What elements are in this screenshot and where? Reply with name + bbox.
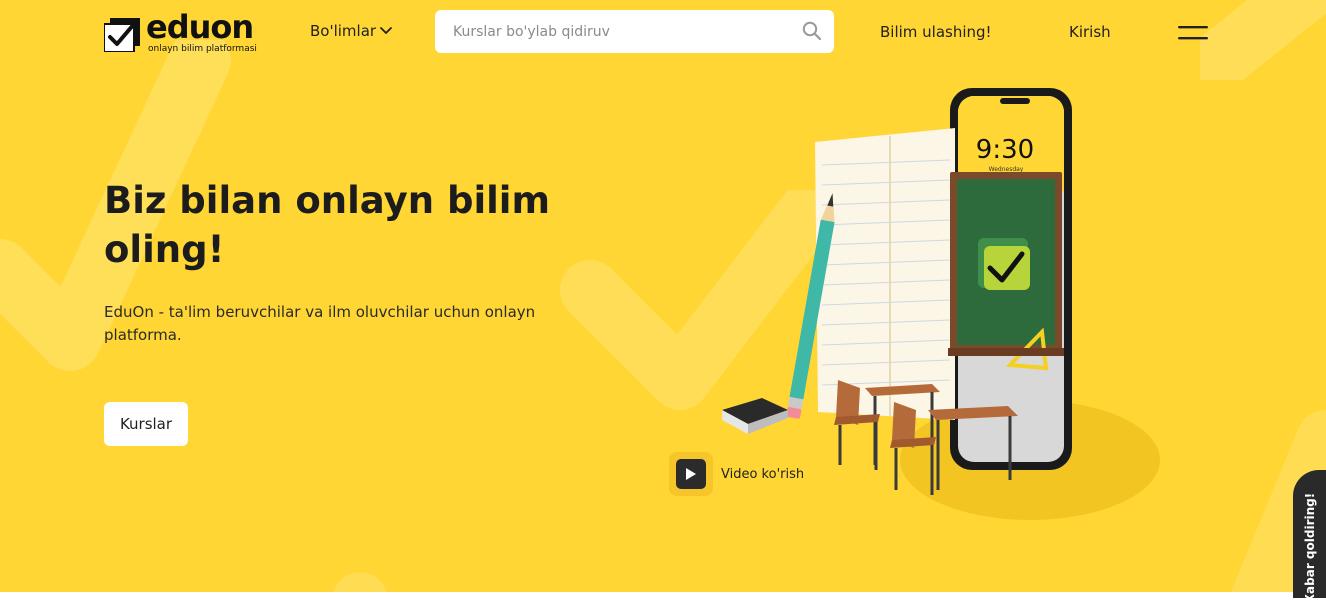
- search-input[interactable]: [435, 10, 793, 53]
- site-header: eduon onlayn bilim platformasi Bo'limlar…: [0, 0, 1326, 64]
- hero-description: EduOn - ta'lim beruvchilar va ilm oluvch…: [104, 303, 536, 344]
- hamburger-menu-icon[interactable]: [1178, 24, 1208, 42]
- hero-title: Biz bilan onlayn bilim oling!: [104, 179, 551, 271]
- notebook-graphic: [815, 128, 955, 420]
- login-link[interactable]: Kirish: [1069, 23, 1111, 41]
- background-checkmark-icon: [333, 572, 387, 592]
- video-button-frame: [669, 452, 713, 496]
- feedback-label: Xabar qoldiring!: [1302, 492, 1317, 603]
- hero-section: eduon onlayn bilim platformasi Bo'limlar…: [0, 0, 1326, 592]
- video-watch-button[interactable]: Video ko'rish: [669, 452, 804, 496]
- play-icon: [686, 468, 696, 480]
- search-bar: [435, 10, 834, 53]
- brand-logo[interactable]: eduon onlayn bilim platformasi: [104, 8, 274, 58]
- brand-tagline: onlayn bilim platformasi: [148, 44, 257, 54]
- chalkboard-graphic: [948, 172, 1064, 371]
- courses-button[interactable]: Kurslar: [104, 402, 188, 446]
- chevron-down-icon: [380, 27, 392, 34]
- search-icon[interactable]: [802, 21, 822, 41]
- checkmark-logo-icon: [104, 18, 140, 52]
- feedback-tab[interactable]: Xabar qoldiring!: [1293, 470, 1326, 603]
- eraser-graphic: [722, 398, 788, 434]
- sections-label: Bo'limlar: [310, 22, 377, 40]
- phone-day: Wednesday: [989, 166, 1024, 173]
- phone-time: 9:30: [976, 135, 1034, 165]
- video-button-inner: [676, 459, 706, 489]
- brand-name: eduon: [146, 8, 254, 46]
- share-knowledge-link[interactable]: Bilim ulashing!: [880, 23, 992, 41]
- video-label: Video ko'rish: [721, 466, 805, 482]
- sections-dropdown[interactable]: Bo'limlar: [310, 22, 392, 40]
